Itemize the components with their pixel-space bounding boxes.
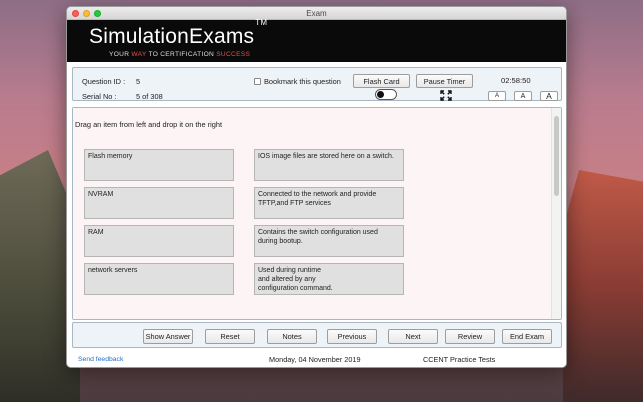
next-button[interactable]: Next — [388, 329, 438, 344]
question-info-panel: Question ID : 5 Serial No : 5 of 308 Boo… — [72, 67, 562, 101]
font-size-medium-button[interactable]: A — [514, 91, 532, 101]
tagline-part-4: SUCCESS — [216, 51, 251, 58]
flash-card-button[interactable]: Flash Card — [353, 74, 410, 88]
tagline-part-3: TO CERTIFICATION — [146, 51, 217, 58]
question-id-value: 5 — [136, 77, 141, 86]
pause-timer-button[interactable]: Pause Timer — [416, 74, 473, 88]
font-size-large-button[interactable]: A — [540, 91, 558, 101]
drop-target-item[interactable]: Contains the switch configuration used d… — [254, 225, 404, 257]
question-id-label: Question ID : — [82, 77, 126, 86]
window-title: Exam — [306, 8, 327, 18]
content-scrollbar[interactable] — [551, 108, 561, 319]
notes-button[interactable]: Notes — [267, 329, 317, 344]
bookmark-checkbox-row[interactable]: Bookmark this question — [254, 77, 341, 86]
drag-drop-area: Drag an item from left and drop it on th… — [73, 108, 551, 319]
scrollbar-thumb[interactable] — [554, 116, 559, 196]
brand-header: SimulationExamsTM YOUR WAY TO CERTIFICAT… — [67, 18, 566, 62]
question-content-area: Drag an item from left and drop it on th… — [72, 107, 562, 320]
current-date: Monday, 04 November 2019 — [269, 355, 361, 364]
bookmark-label[interactable]: Bookmark this question — [264, 77, 341, 86]
desktop-mountain-right — [563, 170, 643, 402]
bookmark-checkbox[interactable] — [254, 78, 261, 85]
brand-tagline: YOUR WAY TO CERTIFICATION SUCCESS — [109, 51, 250, 58]
serial-no-value: 5 of 308 — [136, 92, 163, 101]
tagline-part-1: YOUR — [109, 51, 132, 58]
brand-logo: SimulationExamsTM — [89, 18, 267, 49]
tagline-part-2: WAY — [131, 51, 147, 58]
drop-target-item[interactable]: Used during runtime and altered by any c… — [254, 263, 404, 295]
zoom-window-icon[interactable] — [94, 10, 101, 17]
drop-target-item[interactable]: IOS image files are stored here on a swi… — [254, 149, 404, 181]
toggle-knob — [377, 91, 384, 98]
status-footer: Send feedback Monday, 04 November 2019 C… — [67, 350, 566, 367]
previous-button[interactable]: Previous — [327, 329, 377, 344]
drag-source-item[interactable]: RAM — [84, 225, 234, 257]
show-answer-button[interactable]: Show Answer — [143, 329, 193, 344]
drag-source-item[interactable]: network servers — [84, 263, 234, 295]
serial-no-label: Serial No : — [82, 92, 117, 101]
send-feedback-link[interactable]: Send feedback — [78, 356, 123, 363]
close-window-icon[interactable] — [72, 10, 79, 17]
font-size-small-button[interactable]: A — [488, 91, 506, 101]
brand-name: SimulationExams — [89, 25, 255, 48]
title-bar[interactable]: Exam — [67, 7, 566, 20]
exam-window: Exam SimulationExamsTM YOUR WAY TO CERTI… — [66, 6, 567, 368]
trademark-mark: TM — [255, 18, 268, 27]
product-name: CCENT Practice Tests — [423, 355, 496, 364]
flash-card-toggle[interactable] — [375, 89, 397, 100]
navigation-button-bar: Show Answer Reset Notes Previous Next Re… — [72, 322, 562, 348]
fullscreen-expand-icon[interactable] — [440, 90, 452, 101]
drop-target-item[interactable]: Connected to the network and provide TFT… — [254, 187, 404, 219]
reset-button[interactable]: Reset — [205, 329, 255, 344]
drag-source-item[interactable]: Flash memory — [84, 149, 234, 181]
minimize-window-icon[interactable] — [83, 10, 90, 17]
exam-timer: 02:58:50 — [501, 76, 531, 85]
review-button[interactable]: Review — [445, 329, 495, 344]
end-exam-button[interactable]: End Exam — [502, 329, 552, 344]
question-instruction: Drag an item from left and drop it on th… — [75, 120, 223, 129]
drag-source-item[interactable]: NVRAM — [84, 187, 234, 219]
